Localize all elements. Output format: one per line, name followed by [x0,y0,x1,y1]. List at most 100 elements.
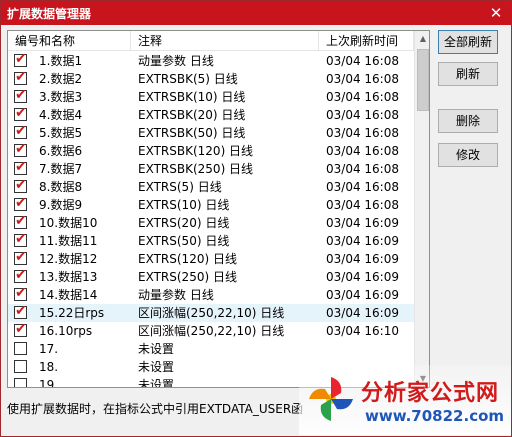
checkmark-icon: ✔ [15,123,27,139]
row-name: 3.数据3 [39,90,83,104]
data-list[interactable]: 编号和名称 注释 上次刷新时间 ✔ 1.数据1 动量参数 日线 03/04 16:08… [7,30,430,388]
delete-button[interactable]: 删除 [438,109,498,133]
row-checkbox[interactable]: ✔ [14,195,27,211]
row-refresh-time: 03/04 16:09 [326,216,399,230]
row-refresh-time: 03/04 16:08 [326,54,399,68]
title-bar[interactable]: 扩展数据管理器 ✕ [1,1,511,25]
vertical-scrollbar[interactable]: ▲ ▼ [414,31,429,387]
scroll-thumb[interactable] [417,49,429,111]
row-checkbox[interactable]: ✔ [14,123,27,139]
table-row[interactable]: ✔ 13.数据13 EXTRS(250) 日线 03/04 16:09 [8,267,414,286]
row-checkbox[interactable]: ✔ [14,231,27,247]
row-checkbox[interactable]: ✔ [14,249,27,265]
row-name: 13.数据13 [39,270,98,284]
row-note: 未设置 [138,378,175,388]
table-row[interactable]: ✔ 1.数据1 动量参数 日线 03/04 16:08 [8,51,414,70]
row-refresh-time: 03/04 16:08 [326,162,399,176]
row-refresh-time: 03/04 16:08 [326,72,399,86]
row-checkbox[interactable]: ✔ [14,159,27,175]
table-row[interactable]: ✔ 10.数据10 EXTRS(20) 日线 03/04 16:09 [8,213,414,232]
scroll-up-icon[interactable]: ▲ [415,31,429,47]
row-note: EXTRSBK(120) 日线 [138,144,254,158]
checkmark-icon: ✔ [15,267,27,283]
row-name: 19. [39,378,59,388]
row-checkbox[interactable]: ✔ [14,105,27,121]
row-checkbox[interactable]: ✔ [14,69,27,85]
row-name: 16.10rps [39,324,93,338]
close-icon[interactable]: ✕ [487,4,505,22]
row-note: EXTRSBK(10) 日线 [138,90,246,104]
row-name: 9.数据9 [39,198,83,212]
dialog-body: 编号和名称 注释 上次刷新时间 ✔ 1.数据1 动量参数 日线 03/04 16:08… [1,25,511,436]
row-checkbox[interactable] [14,378,27,387]
table-row[interactable]: ✔ 8.数据8 EXTRS(5) 日线 03/04 16:08 [8,177,414,196]
table-row[interactable]: ✔ 11.数据11 EXTRS(50) 日线 03/04 16:09 [8,231,414,250]
row-name: 10.数据10 [39,216,98,230]
row-checkbox[interactable]: ✔ [14,177,27,193]
table-row[interactable]: ✔ 4.数据4 EXTRSBK(20) 日线 03/04 16:08 [8,105,414,124]
refresh-button[interactable]: 刷新 [438,62,498,86]
list-header: 编号和名称 注释 上次刷新时间 [8,31,414,51]
row-note: EXTRS(120) 日线 [138,252,237,266]
checkmark-icon: ✔ [15,51,27,67]
row-name: 15.22日rps [39,306,105,320]
row-checkbox[interactable]: ✔ [14,213,27,229]
watermark-url: www.70822.com [365,407,505,425]
row-checkbox[interactable]: ✔ [14,285,27,301]
row-checkbox[interactable]: ✔ [14,321,27,337]
table-row[interactable]: ✔ 7.数据7 EXTRSBK(250) 日线 03/04 16:08 [8,159,414,178]
row-name: 12.数据12 [39,252,98,266]
row-note: EXTRS(5) 日线 [138,180,222,194]
row-name: 7.数据7 [39,162,83,176]
table-row[interactable]: ✔ 3.数据3 EXTRSBK(10) 日线 03/04 16:08 [8,87,414,106]
row-refresh-time: 03/04 16:08 [326,180,399,194]
row-refresh-time: 03/04 16:09 [326,270,399,284]
row-checkbox[interactable] [14,360,27,373]
row-name: 4.数据4 [39,108,83,122]
checkmark-icon: ✔ [15,159,27,175]
row-checkbox[interactable]: ✔ [14,267,27,283]
table-row[interactable]: ✔ 12.数据12 EXTRS(120) 日线 03/04 16:09 [8,249,414,268]
row-note: 动量参数 日线 [138,54,214,68]
list-rows: ✔ 1.数据1 动量参数 日线 03/04 16:08 ✔ 2.数据2 EXTRSBK(5)… [8,51,414,388]
row-refresh-time: 03/04 16:08 [326,90,399,104]
row-name: 18. [39,360,59,374]
watermark: 分析家公式网 www.70822.com [299,365,511,435]
column-header-note[interactable]: 注释 [131,31,319,51]
table-row[interactable]: ✔ 9.数据9 EXTRS(10) 日线 03/04 16:08 [8,195,414,214]
table-row[interactable]: ✔ 6.数据6 EXTRSBK(120) 日线 03/04 16:08 [8,141,414,160]
row-refresh-time: 03/04 16:08 [326,198,399,212]
row-name: 14.数据14 [39,288,98,302]
row-refresh-time: 03/04 16:09 [326,234,399,248]
row-refresh-time: 03/04 16:08 [326,126,399,140]
checkmark-icon: ✔ [15,87,27,103]
table-row[interactable]: 17. 未设置 [8,340,414,358]
refresh-all-button[interactable]: 全部刷新 [438,30,498,54]
modify-button[interactable]: 修改 [438,143,498,167]
column-header-last-refresh[interactable]: 上次刷新时间 [319,31,414,51]
checkmark-icon: ✔ [15,231,27,247]
row-name: 17. [39,342,59,356]
row-note: 未设置 [138,342,175,356]
table-row[interactable]: ✔ 14.数据14 动量参数 日线 03/04 16:09 [8,285,414,304]
window-title: 扩展数据管理器 [7,7,92,21]
row-checkbox[interactable]: ✔ [14,87,27,103]
row-checkbox[interactable] [14,342,27,355]
row-checkbox[interactable]: ✔ [14,303,27,319]
row-name: 11.数据11 [39,234,98,248]
checkmark-icon: ✔ [15,321,27,337]
pinwheel-logo-icon [309,377,353,421]
row-note: EXTRSBK(5) 日线 [138,72,238,86]
row-note: 未设置 [138,360,175,374]
table-row[interactable]: ✔ 15.22日rps 区间涨幅(250,22,10) 日线 03/04 16:09 [8,303,414,322]
row-name: 2.数据2 [39,72,83,86]
table-row[interactable]: ✔ 16.10rps 区间涨幅(250,22,10) 日线 03/04 16:10 [8,321,414,340]
checkmark-icon: ✔ [15,69,27,85]
row-checkbox[interactable]: ✔ [14,141,27,157]
row-checkbox[interactable]: ✔ [14,51,27,67]
column-header-name[interactable]: 编号和名称 [8,31,131,51]
table-row[interactable]: ✔ 2.数据2 EXTRSBK(5) 日线 03/04 16:08 [8,69,414,88]
extended-data-manager-window: 扩展数据管理器 ✕ 编号和名称 注释 上次刷新时间 ✔ 1.数据1 动量参数 日线 0… [0,0,512,437]
table-row[interactable]: ✔ 5.数据5 EXTRSBK(50) 日线 03/04 16:08 [8,123,414,142]
row-note: 动量参数 日线 [138,288,214,302]
